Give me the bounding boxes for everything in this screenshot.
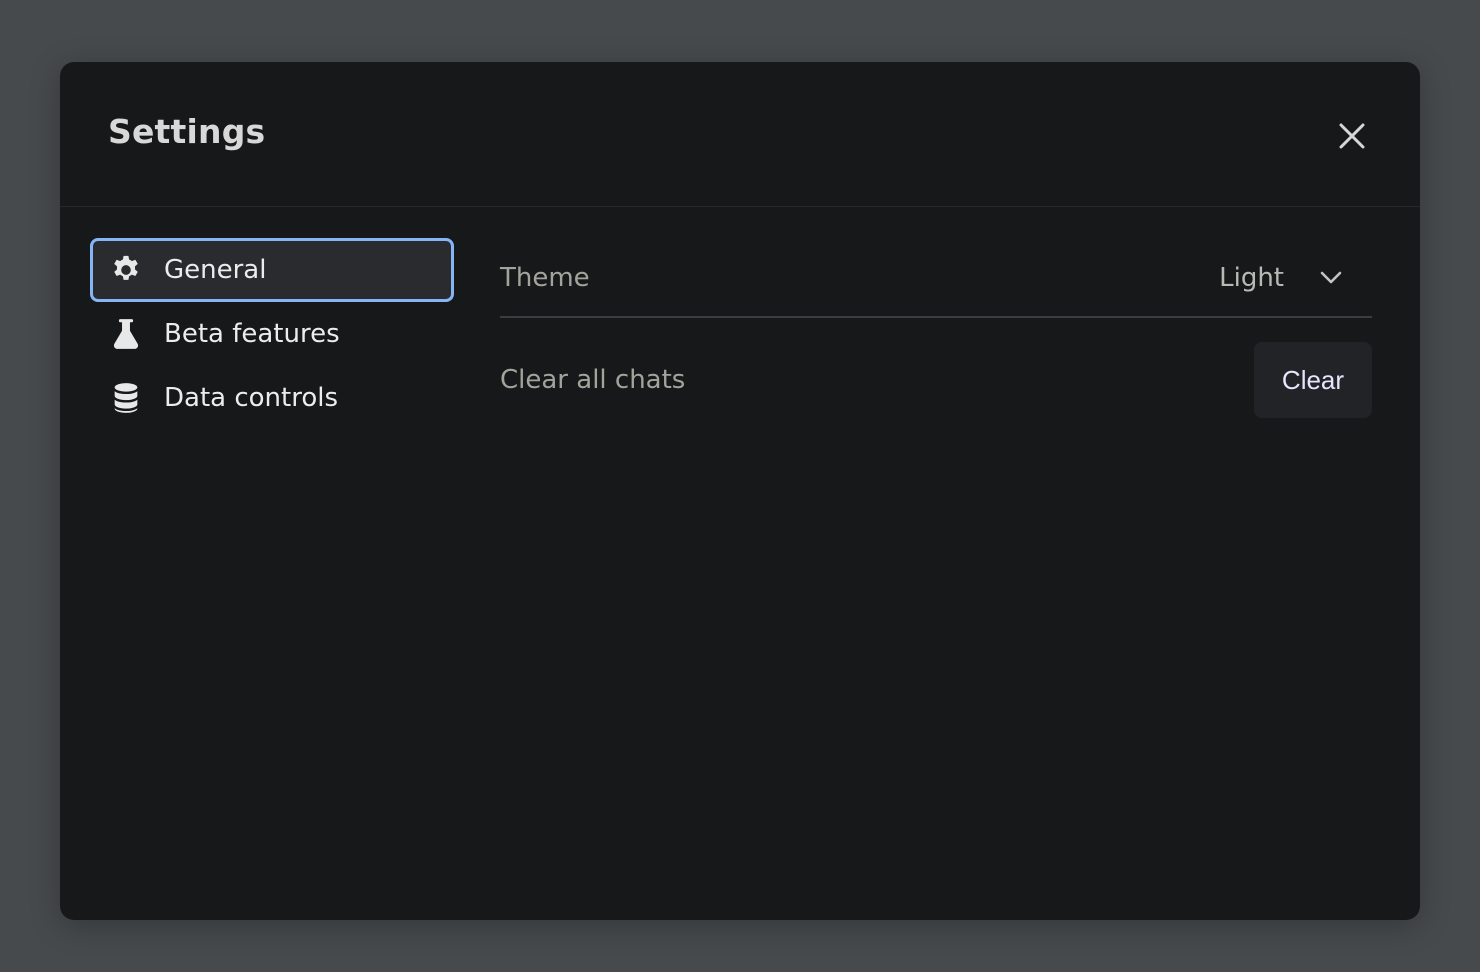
chevron-down-icon [1320, 271, 1342, 284]
general-settings-panel: Theme Light Clear all chats Clear [500, 238, 1372, 418]
sidebar-item-beta-features[interactable]: Beta features [90, 302, 454, 366]
dialog-title: Settings [108, 112, 266, 151]
theme-select-value: Light [1219, 263, 1284, 293]
settings-sidebar: General Beta features Data controls [90, 238, 454, 430]
close-icon [1339, 123, 1365, 149]
close-button[interactable] [1330, 114, 1374, 158]
sidebar-item-label: Data controls [164, 383, 339, 413]
gear-icon [108, 252, 144, 288]
clear-chats-label: Clear all chats [500, 365, 686, 395]
sidebar-item-data-controls[interactable]: Data controls [90, 366, 454, 430]
flask-icon [108, 316, 144, 352]
dialog-header: Settings [60, 62, 1420, 207]
clear-chats-row: Clear all chats Clear [500, 342, 1372, 418]
sidebar-item-label: General [164, 255, 267, 285]
database-icon [108, 380, 144, 416]
sidebar-item-general[interactable]: General [90, 238, 454, 302]
sidebar-item-label: Beta features [164, 319, 340, 349]
theme-label: Theme [500, 263, 590, 293]
theme-row: Theme Light [500, 240, 1372, 318]
settings-dialog: Settings General Beta features Data cont… [60, 62, 1420, 920]
theme-select[interactable]: Light [1219, 254, 1372, 302]
clear-chats-button[interactable]: Clear [1254, 342, 1372, 418]
